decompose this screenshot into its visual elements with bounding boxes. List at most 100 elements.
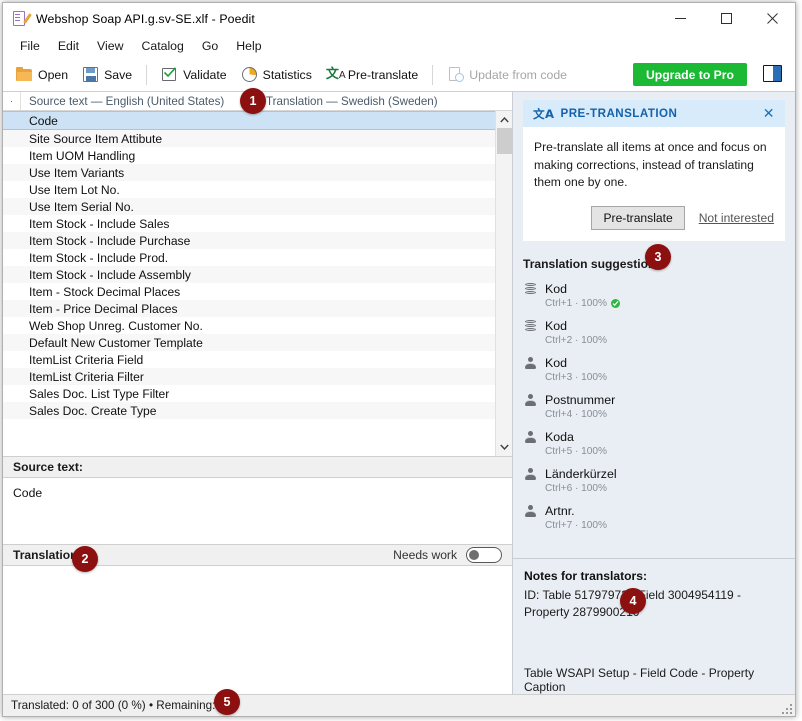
poedit-window: Webshop Soap API.g.sv-SE.xlf - Poedit Fi… — [2, 2, 796, 717]
row-source-text: Sales Doc. Create Type — [29, 403, 157, 418]
list-vertical-scrollbar[interactable] — [495, 111, 512, 456]
translation-column-header[interactable]: Translation — Swedish (Sweden) — [258, 92, 512, 110]
open-button[interactable]: Open — [9, 62, 75, 87]
suggestion-meta: Ctrl+5 · 100% — [545, 446, 785, 457]
minimize-button[interactable] — [657, 3, 703, 34]
menu-go[interactable]: Go — [193, 36, 227, 56]
update-from-code-label: Update from code — [469, 67, 568, 82]
suggestion-item[interactable]: Kod Ctrl+1 · 100% — [523, 282, 785, 309]
suggestion-meta: Ctrl+3 · 100% — [545, 372, 785, 383]
table-row[interactable]: Item Stock - Include Prod. — [3, 249, 495, 266]
suggestion-item[interactable]: Kod Ctrl+2 · 100% — [523, 319, 785, 346]
close-icon[interactable]: ✕ — [763, 105, 775, 122]
table-row[interactable]: Sales Doc. Create Type — [3, 402, 495, 419]
table-row[interactable]: Item Stock - Include Assembly — [3, 266, 495, 283]
annotation-badge-5: 5 — [214, 689, 240, 715]
resize-grip-icon[interactable] — [781, 703, 792, 714]
statistics-label: Statistics — [262, 67, 312, 82]
suggestion-shortcut-score: Ctrl+3 · 100% — [545, 371, 607, 383]
scroll-up-icon[interactable] — [496, 111, 512, 128]
maximize-button[interactable] — [703, 3, 749, 34]
row-source-text: Use Item Lot No. — [29, 182, 120, 197]
statistics-button[interactable]: Statistics — [234, 62, 319, 87]
table-row[interactable]: Site Source Item Attibute — [3, 130, 495, 147]
suggestion-shortcut-score: Ctrl+1 · 100% — [545, 297, 607, 309]
toggle-sidebar-icon[interactable] — [763, 65, 782, 82]
update-from-code-button[interactable]: Update from code — [440, 62, 574, 87]
needs-work-toggle[interactable] — [466, 547, 502, 563]
suggestion-meta: Ctrl+4 · 100% — [545, 409, 785, 420]
table-row[interactable]: Code — [3, 111, 495, 130]
scrollbar-thumb[interactable] — [497, 128, 512, 154]
table-row[interactable]: Item - Price Decimal Places — [3, 300, 495, 317]
needs-work-control[interactable]: Needs work — [393, 547, 502, 563]
row-source-text: Site Source Item Attibute — [29, 131, 163, 146]
database-icon — [524, 319, 537, 333]
table-row[interactable]: Item Stock - Include Purchase — [3, 232, 495, 249]
pre-translate-button[interactable]: Pre-translate — [591, 205, 685, 230]
save-label: Save — [104, 67, 133, 82]
pre-translation-body: Pre-translate all items at once and focu… — [523, 127, 785, 241]
pretranslate-button[interactable]: 文A Pre-translate — [319, 62, 425, 87]
suggestion-item[interactable]: Postnummer Ctrl+4 · 100% — [523, 393, 785, 420]
menu-file[interactable]: File — [11, 36, 49, 56]
upgrade-to-pro-button[interactable]: Upgrade to Pro — [632, 63, 747, 86]
annotation-badge-1: 1 — [240, 88, 266, 114]
suggestion-shortcut-score: Ctrl+4 · 100% — [545, 408, 607, 420]
save-button[interactable]: Save — [75, 62, 139, 87]
menu-edit[interactable]: Edit — [49, 36, 88, 56]
left-pane: · Source text — English (United States) … — [3, 92, 512, 694]
close-button[interactable] — [749, 3, 795, 34]
open-label: Open — [38, 67, 69, 82]
suggestion-shortcut-score: Ctrl+6 · 100% — [545, 482, 607, 494]
menu-catalog[interactable]: Catalog — [132, 36, 192, 56]
entry-list[interactable]: Code Site Source Item Attibute Item UOM Ha… — [3, 111, 495, 456]
suggestion-item[interactable]: Koda Ctrl+5 · 100% — [523, 430, 785, 457]
suggestion-meta: Ctrl+1 · 100% — [545, 298, 785, 309]
table-row[interactable]: ItemList Criteria Field — [3, 351, 495, 368]
table-row[interactable]: Web Shop Unreg. Customer No. — [3, 317, 495, 334]
row-source-text: ItemList Criteria Field — [29, 352, 144, 367]
table-row[interactable]: Item UOM Handling — [3, 147, 495, 164]
table-row[interactable]: Item Stock - Include Sales — [3, 215, 495, 232]
source-column-header[interactable]: Source text — English (United States) — [21, 92, 258, 110]
source-text-label-bar: Source text: — [3, 455, 512, 478]
validate-button[interactable]: Validate — [154, 62, 234, 87]
verified-check-icon — [611, 298, 620, 308]
menu-help[interactable]: Help — [227, 36, 270, 56]
suggestion-main: Postnummer — [524, 393, 785, 407]
suggestion-item[interactable]: Artnr. Ctrl+7 · 100% — [523, 504, 785, 531]
suggestion-text: Kod — [545, 281, 568, 296]
right-sidebar: 文A PRE-TRANSLATION ✕ Pre-translate all i… — [512, 92, 795, 694]
row-source-text: Item Stock - Include Prod. — [29, 250, 169, 265]
table-row[interactable]: ItemList Criteria Filter — [3, 368, 495, 385]
table-row[interactable]: Default New Customer Template — [3, 334, 495, 351]
suggestion-item[interactable]: Kod Ctrl+3 · 100% — [523, 356, 785, 383]
suggestion-text: Artnr. — [545, 503, 575, 518]
translation-input[interactable] — [3, 566, 512, 694]
suggestion-text: Kod — [545, 355, 568, 370]
person-icon — [524, 393, 537, 407]
suggestion-text: Postnummer — [545, 392, 616, 407]
row-source-text: Item Stock - Include Assembly — [29, 267, 191, 282]
scroll-down-icon[interactable] — [496, 439, 512, 456]
menu-bar: File Edit View Catalog Go Help — [3, 34, 795, 58]
checkmark-box-icon — [161, 66, 178, 83]
person-icon — [524, 430, 537, 444]
pretranslate-label: Pre-translate — [347, 67, 419, 82]
toolbar: Open Save Validate Statistics 文A Pre-tra… — [3, 58, 795, 91]
pre-translation-title: PRE-TRANSLATION — [560, 107, 678, 120]
suggestion-main: Kod — [524, 282, 785, 296]
gutter-header: · — [3, 92, 21, 110]
table-row[interactable]: Use Item Serial No. — [3, 198, 495, 215]
suggestion-item[interactable]: Länderkürzel Ctrl+6 · 100% — [523, 467, 785, 494]
table-row[interactable]: Item - Stock Decimal Places — [3, 283, 495, 300]
suggestion-text: Koda — [545, 429, 574, 444]
table-row[interactable]: Sales Doc. List Type Filter — [3, 385, 495, 402]
row-source-text: Sales Doc. List Type Filter — [29, 386, 170, 401]
table-row[interactable]: Use Item Lot No. — [3, 181, 495, 198]
not-interested-link[interactable]: Not interested — [699, 211, 774, 225]
table-row[interactable]: Use Item Variants — [3, 164, 495, 181]
suggestion-shortcut-score: Ctrl+2 · 100% — [545, 334, 607, 346]
menu-view[interactable]: View — [88, 36, 132, 56]
